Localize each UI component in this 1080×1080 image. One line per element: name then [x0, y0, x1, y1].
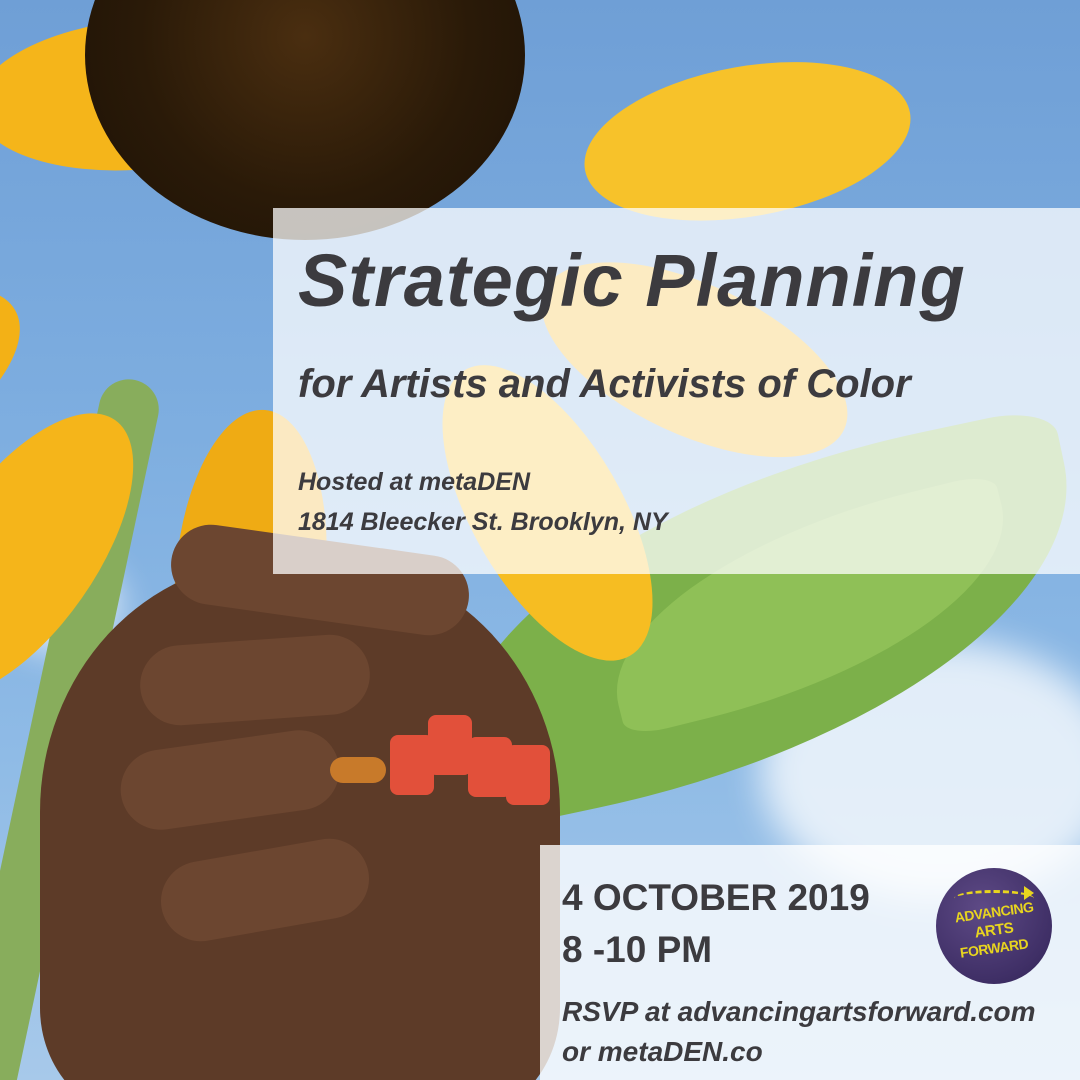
event-datetime: 4 OCTOBER 2019 8 -10 PM: [562, 872, 870, 976]
ring-bead: [330, 757, 386, 783]
event-time: 8 -10 PM: [562, 929, 713, 970]
event-subtitle: for Artists and Activists of Color: [298, 362, 911, 406]
venue-info: Hosted at metaDEN 1814 Bleecker St. Broo…: [298, 462, 668, 542]
rsvp-secondary-link[interactable]: or metaDEN.co: [562, 1032, 1036, 1072]
event-poster: Strategic Planning for Artists and Activ…: [0, 0, 1080, 1080]
sunflower-center: [85, 0, 525, 240]
coral-bead-ring: [300, 715, 560, 805]
finger: [137, 632, 373, 728]
rsvp-info: RSVP at advancingartsforward.com or meta…: [562, 992, 1036, 1072]
rsvp-primary-link[interactable]: RSVP at advancingartsforward.com: [562, 992, 1036, 1032]
ring-bead: [428, 715, 472, 775]
venue-address: 1814 Bleecker St. Brooklyn, NY: [298, 508, 668, 536]
event-date: 4 OCTOBER 2019: [562, 877, 870, 918]
advancing-arts-forward-logo: ADVANCING ARTS FORWARD: [936, 868, 1052, 984]
event-title: Strategic Planning: [298, 239, 966, 322]
ring-bead: [506, 745, 550, 805]
venue-host: Hosted at metaDEN: [298, 468, 530, 496]
